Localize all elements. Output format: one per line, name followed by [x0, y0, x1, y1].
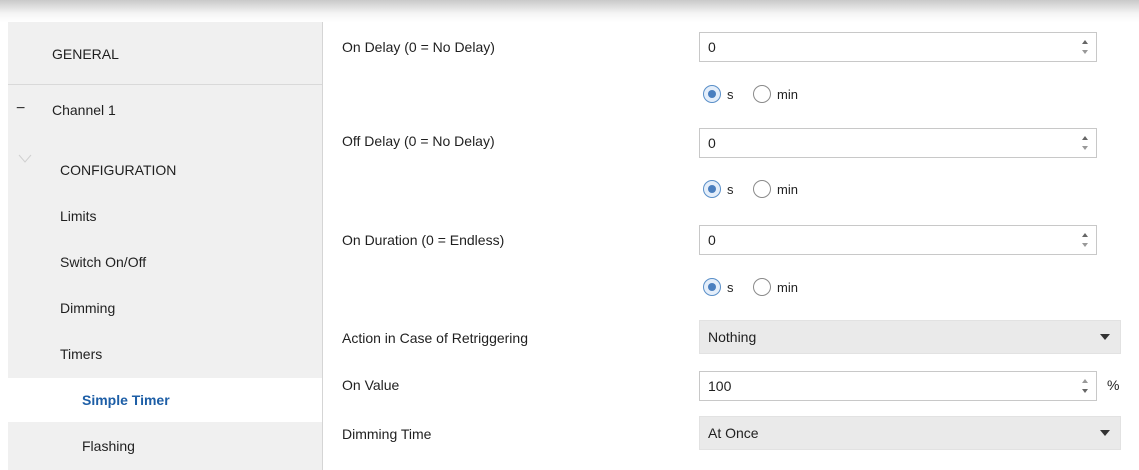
sidebar-item-switch-on-off[interactable]: Switch On/Off — [8, 240, 322, 284]
sidebar-item-label: Dimming — [60, 300, 116, 316]
sidebar-item-dimming[interactable]: Dimming — [8, 286, 322, 330]
retrigger-value: Nothing — [708, 329, 757, 345]
retrigger-label: Action in Case of Retriggering — [342, 330, 528, 346]
radio-label: min — [777, 280, 798, 295]
parameter-window: GENERAL − Channel 1 CONFIGURATION Limits… — [0, 0, 1139, 470]
radio-label: s — [727, 182, 734, 197]
on-delay-label: On Delay (0 = No Delay) — [342, 39, 495, 55]
chevron-down-icon — [1100, 334, 1110, 340]
sidebar-item-channel-1[interactable]: − Channel 1 — [8, 86, 322, 134]
off-delay-label: Off Delay (0 = No Delay) — [342, 133, 495, 149]
retrigger-select[interactable]: Nothing — [699, 320, 1121, 354]
dimming-time-value: At Once — [708, 425, 759, 441]
sidebar-item-label: Flashing — [82, 438, 135, 454]
on-duration-label: On Duration (0 = Endless) — [342, 232, 505, 248]
sidebar-item-configuration[interactable]: CONFIGURATION — [8, 148, 322, 192]
on-value-label: On Value — [342, 377, 400, 393]
on-duration-value: 0 — [708, 232, 716, 248]
sidebar-item-label: Limits — [60, 208, 97, 224]
on-delay-unit-s-radio[interactable] — [703, 85, 721, 103]
sidebar-item-flashing[interactable]: Flashing — [8, 424, 322, 468]
sidebar-divider — [8, 84, 322, 85]
sidebar-item-label: Switch On/Off — [60, 254, 147, 270]
sidebar-item-label: Simple Timer — [82, 392, 170, 408]
collapse-icon[interactable]: − — [16, 101, 25, 117]
dimming-time-label: Dimming Time — [342, 426, 432, 442]
off-delay-input[interactable]: 0 — [699, 128, 1097, 158]
sidebar-item-label: Timers — [60, 346, 103, 362]
on-duration-input[interactable]: 0 — [699, 225, 1097, 255]
sidebar-item-label: Channel 1 — [52, 102, 116, 118]
on-delay-input[interactable]: 0 — [699, 32, 1097, 62]
on-value-value: 100 — [708, 378, 732, 394]
sidebar-item-label: GENERAL — [52, 46, 119, 62]
parameter-form: On Delay (0 = No Delay) 0 s min Off Dela… — [322, 22, 1139, 470]
radio-label: min — [777, 87, 798, 102]
off-delay-value: 0 — [708, 135, 716, 151]
spin-up-down-icon[interactable] — [1080, 38, 1090, 56]
radio-label: s — [727, 87, 734, 102]
chevron-down-icon — [1100, 430, 1110, 436]
sidebar-item-label: CONFIGURATION — [60, 162, 177, 178]
on-duration-unit-min-radio[interactable] — [753, 278, 771, 296]
on-delay-value: 0 — [708, 39, 716, 55]
on-delay-unit-min-radio[interactable] — [753, 85, 771, 103]
spin-up-down-icon[interactable] — [1080, 231, 1090, 249]
window-top-shadow — [0, 0, 1139, 22]
on-value-input[interactable]: 100 — [699, 371, 1097, 401]
sidebar-item-limits[interactable]: Limits — [8, 194, 322, 238]
on-duration-unit-s-radio[interactable] — [703, 278, 721, 296]
on-value-unit: % — [1107, 377, 1120, 393]
off-delay-unit-min-radio[interactable] — [753, 180, 771, 198]
off-delay-unit-s-radio[interactable] — [703, 180, 721, 198]
radio-label: min — [777, 182, 798, 197]
dimming-time-select[interactable]: At Once — [699, 416, 1121, 450]
sidebar-item-simple-timer[interactable]: Simple Timer — [8, 378, 322, 422]
sidebar-item-timers[interactable]: Timers — [8, 332, 322, 376]
radio-label: s — [727, 280, 734, 295]
sidebar-item-general[interactable]: GENERAL — [8, 28, 322, 80]
sidebar: GENERAL − Channel 1 CONFIGURATION Limits… — [8, 22, 323, 470]
spin-up-down-icon[interactable] — [1080, 134, 1090, 152]
spin-up-down-icon[interactable] — [1080, 377, 1090, 395]
